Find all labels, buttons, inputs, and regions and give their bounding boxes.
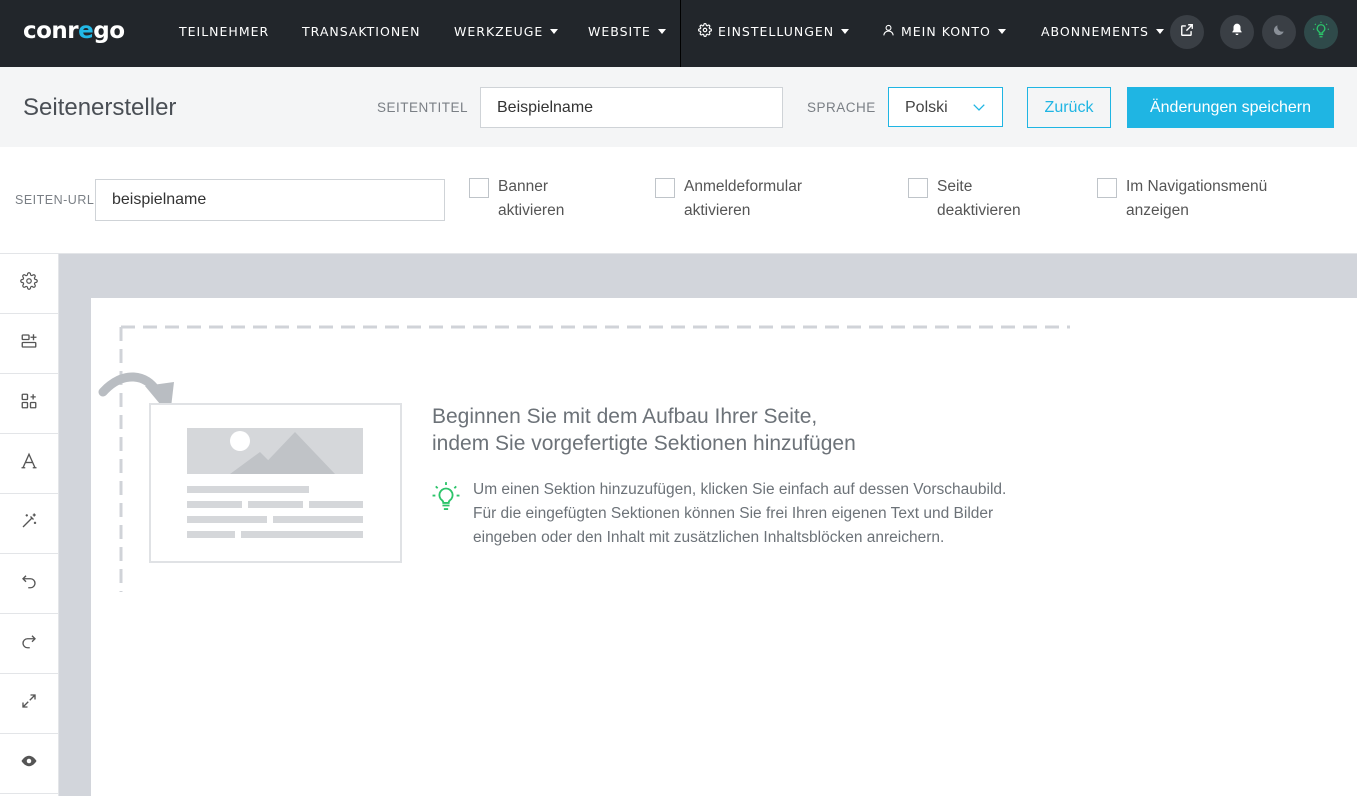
- caret-down-icon: [657, 29, 666, 34]
- enable-signup-form-label-line2: aktivieren: [684, 202, 751, 219]
- open-external-button[interactable]: [1170, 15, 1204, 49]
- empty-state-title-line2: indem Sie vorgefertigte Sektionen hinzuf…: [432, 432, 856, 455]
- language-select[interactable]: Polski: [888, 87, 1003, 127]
- page-url-input[interactable]: [95, 179, 445, 221]
- enable-signup-form-label[interactable]: Anmeldeformular aktivieren: [684, 175, 802, 223]
- save-changes-button[interactable]: Änderungen speichern: [1127, 87, 1334, 128]
- conrego-logo[interactable]: conrego: [23, 18, 125, 44]
- back-button[interactable]: Zurück: [1027, 87, 1111, 128]
- disable-page-label-line1: Seite: [937, 178, 973, 195]
- enable-banner-label[interactable]: Banner aktivieren: [498, 175, 564, 223]
- top-navbar: conrego TEILNEHMER TRANSAKTIONEN WERKZEU…: [0, 0, 1357, 67]
- empty-state-hint: Um einen Sektion hinzuzufügen, klicken S…: [473, 478, 1006, 550]
- add-section-icon: [20, 332, 38, 355]
- show-in-nav-label-line2: anzeigen: [1126, 202, 1189, 219]
- logo-text-accent: e: [78, 18, 94, 44]
- empty-state-hint-line3: eingeben oder den Inhalt mit zusätzliche…: [473, 529, 945, 546]
- user-icon: [882, 23, 895, 40]
- typography-icon: [20, 452, 38, 475]
- nav-subscriptions[interactable]: ABONNEMENTS: [1041, 24, 1164, 39]
- add-section-tool[interactable]: [0, 314, 58, 374]
- nav-settings-label: EINSTELLUNGEN: [718, 24, 835, 39]
- fullscreen-tool[interactable]: [0, 674, 58, 734]
- enable-signup-form-checkbox[interactable]: [655, 178, 675, 198]
- empty-state-hint-line1: Um einen Sektion hinzuzufügen, klicken S…: [473, 481, 1007, 498]
- enable-banner-label-line2: aktivieren: [498, 202, 565, 219]
- nav-transactions[interactable]: TRANSAKTIONEN: [302, 24, 420, 39]
- nav-tools-label: WERKZEUGE: [454, 24, 544, 39]
- empty-state-title: Beginnen Sie mit dem Aufbau Ihrer Seite,…: [432, 403, 856, 457]
- enable-signup-form-label-line1: Anmeldeformular: [684, 178, 803, 195]
- chevron-down-icon: [972, 100, 986, 119]
- dark-mode-button[interactable]: [1262, 15, 1296, 49]
- page-title: Seitenersteller: [23, 94, 177, 121]
- builder-toolbar: [0, 254, 59, 796]
- typography-tool[interactable]: [0, 434, 58, 494]
- enable-banner-checkbox[interactable]: [469, 178, 489, 198]
- magic-wand-icon: [20, 512, 38, 535]
- add-block-tool[interactable]: [0, 374, 58, 434]
- bell-icon: [1230, 22, 1244, 42]
- caret-down-icon: [1155, 29, 1164, 34]
- enable-banner-label-line1: Banner: [498, 178, 548, 195]
- show-in-nav-label[interactable]: Im Navigationsmenü anzeigen: [1126, 175, 1267, 223]
- light-mode-button[interactable]: [1304, 15, 1338, 49]
- language-select-value: Polski: [905, 99, 948, 116]
- page-settings-row: SEITEN-URL Banner aktivieren Anmeldeform…: [0, 147, 1357, 254]
- empty-state-title-line1: Beginnen Sie mit dem Aufbau Ihrer Seite,: [432, 405, 818, 428]
- logo-text-end: go: [93, 18, 125, 44]
- undo-icon: [20, 572, 38, 595]
- disable-page-label[interactable]: Seite deaktivieren: [937, 175, 1021, 223]
- empty-state-hint-line2: Für die eingefügten Sektionen können Sie…: [473, 505, 994, 522]
- preview-tool[interactable]: [0, 734, 58, 794]
- add-block-icon: [20, 392, 38, 415]
- page-url-label: SEITEN-URL: [15, 193, 95, 207]
- gear-icon: [698, 23, 712, 40]
- language-label: SPRACHE: [807, 100, 876, 115]
- nav-website-label: WEBSITE: [588, 24, 651, 39]
- disable-page-label-line2: deaktivieren: [937, 202, 1021, 219]
- magic-tool[interactable]: [0, 494, 58, 554]
- external-link-icon: [1180, 23, 1194, 42]
- fullscreen-icon: [20, 692, 38, 715]
- page-title-label: SEITENTITEL: [377, 100, 469, 115]
- caret-down-icon: [997, 29, 1006, 34]
- moon-icon: [1272, 23, 1286, 42]
- nav-tools[interactable]: WERKZEUGE: [454, 24, 559, 39]
- caret-down-icon: [550, 29, 559, 34]
- nav-participants[interactable]: TEILNEHMER: [179, 24, 269, 39]
- nav-settings[interactable]: EINSTELLUNGEN: [698, 23, 850, 41]
- lightbulb-icon: [1312, 21, 1330, 44]
- logo-text-start: conr: [23, 18, 79, 44]
- preview-eye-icon: [20, 752, 38, 775]
- page-title-input[interactable]: [480, 87, 783, 128]
- show-in-nav-label-line1: Im Navigationsmenü: [1126, 178, 1268, 195]
- nav-account[interactable]: MEIN KONTO: [882, 24, 1006, 41]
- disable-page-checkbox[interactable]: [908, 178, 928, 198]
- redo-icon: [20, 632, 38, 655]
- gear-icon: [20, 272, 38, 295]
- nav-account-label: MEIN KONTO: [901, 24, 991, 39]
- caret-down-icon: [841, 29, 850, 34]
- notifications-button[interactable]: [1220, 15, 1254, 49]
- show-in-nav-checkbox[interactable]: [1097, 178, 1117, 198]
- page-builder-header: Seitenersteller SEITENTITEL SPRACHE Pols…: [0, 67, 1357, 147]
- lightbulb-icon: [429, 480, 463, 519]
- nav-divider: [680, 0, 681, 67]
- redo-tool[interactable]: [0, 614, 58, 674]
- nav-subscriptions-label: ABONNEMENTS: [1041, 24, 1149, 39]
- empty-state-illustration: [98, 325, 1070, 592]
- page-settings-tool[interactable]: [0, 254, 58, 314]
- nav-website[interactable]: WEBSITE: [588, 24, 666, 39]
- undo-tool[interactable]: [0, 554, 58, 614]
